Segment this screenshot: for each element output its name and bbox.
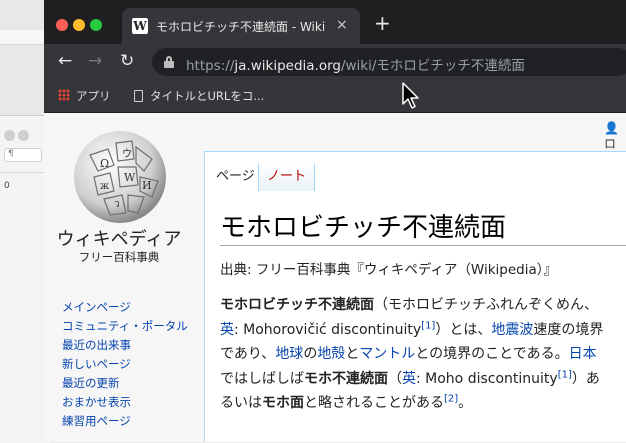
sidebar-item-sandbox[interactable]: 練習用ページ (62, 413, 192, 430)
tab-title: モホロビチッチ不連続面 - Wikipedia (156, 20, 326, 34)
wiki-page: 👤 ロ Ω ウ W ж И ว ウィキペディア フリー百科事典 メインページ コ… (44, 113, 626, 442)
bookmark-copy-title-url[interactable]: タイトルとURLをコ... (134, 88, 264, 104)
logo-wordmark[interactable]: ウィキペディア (44, 225, 194, 251)
lock-icon[interactable] (164, 56, 174, 68)
link-seismic-wave[interactable]: 地震波 (491, 322, 533, 338)
svg-text:ว: ว (114, 199, 120, 210)
svg-text:W: W (124, 171, 136, 184)
title-divider (220, 245, 626, 246)
logo-tagline: フリー百科事典 (78, 250, 160, 264)
reference-2[interactable]: [2] (444, 393, 458, 404)
sidebar-item-community-portal[interactable]: コミュニティ・ポータル (62, 318, 192, 335)
browser-window: W モホロビチッチ不連続面 - Wikipedia × + ← → ↻ http… (44, 0, 626, 442)
mouse-cursor-icon (402, 82, 419, 109)
browser-toolbar: ← → ↻ https://ja.wikipedia.org/wiki/モホロビ… (44, 44, 626, 80)
sidebar-item-random-page[interactable]: おまかせ表示 (62, 394, 192, 411)
sidebar-navigation: メインページ コミュニティ・ポータル 最近の出来事 新しいページ 最近の更新 お… (62, 299, 192, 432)
article-title: モホロビチッチ不連続面 (220, 213, 507, 243)
url-text[interactable]: https://ja.wikipedia.org/wiki/モホロビチッチ不連続… (186, 54, 525, 74)
svg-text:И: И (142, 179, 152, 192)
bookmark-apps[interactable]: アプリ (58, 88, 111, 104)
background-style-dropdown[interactable]: ¶ (4, 148, 42, 162)
reference-1b[interactable]: [1] (558, 369, 572, 380)
link-mantle[interactable]: マントル (359, 346, 415, 362)
link-earth[interactable]: 地球 (275, 346, 303, 362)
tab-page[interactable]: ページ (208, 163, 263, 191)
wikipedia-favicon-icon: W (132, 18, 148, 34)
link-japan[interactable]: 日本 (569, 346, 597, 362)
svg-text:ウ: ウ (122, 148, 132, 160)
tab-close-icon[interactable]: × (336, 17, 348, 33)
page-icon (134, 90, 143, 102)
address-bar[interactable]: https://ja.wikipedia.org/wiki/モホロビチッチ不連続… (152, 48, 626, 76)
article-source-line: 出典: フリー百科事典『ウィキペディア（Wikipedia）』 (220, 262, 557, 278)
background-ruler: 0 (0, 172, 50, 199)
reload-button[interactable]: ↻ (120, 51, 134, 71)
reference-1[interactable]: [1] (421, 320, 435, 331)
user-account-icon[interactable]: 👤 ロ (604, 121, 626, 152)
ruler-label: 0 (4, 181, 10, 191)
sidebar-item-main-page[interactable]: メインページ (62, 299, 192, 316)
sidebar-item-recent-changes[interactable]: 最近の更新 (62, 375, 192, 392)
sidebar-item-current-events[interactable]: 最近の出来事 (62, 337, 192, 354)
link-english[interactable]: 英 (220, 322, 234, 338)
new-tab-button[interactable]: + (374, 13, 391, 33)
background-window-controls (4, 126, 32, 145)
minimize-window-button[interactable] (73, 19, 85, 31)
link-english-2[interactable]: 英 (402, 371, 416, 387)
article-lead-paragraph: モホロビチッチ不連続面（モホロビチッチふれんぞくめん、英: Mohoroviči… (220, 297, 604, 411)
bookmarks-bar: アプリ タイトルとURLをコ... (44, 80, 626, 113)
background-app-window: ¶ 0 (0, 115, 50, 443)
sidebar-item-new-pages[interactable]: 新しいページ (62, 356, 192, 373)
svg-text:ж: ж (100, 181, 110, 192)
back-button[interactable]: ← (58, 51, 72, 71)
window-controls (56, 16, 107, 35)
title-bar: W モホロビチッチ不連続面 - Wikipedia × + (44, 0, 626, 44)
background-app-toolbar (0, 30, 44, 45)
tab-talk[interactable]: ノート (258, 163, 316, 191)
zoom-window-button[interactable] (90, 19, 102, 31)
link-crust[interactable]: 地殻 (317, 346, 345, 362)
close-window-button[interactable] (56, 19, 68, 31)
svg-text:Ω: Ω (100, 157, 109, 170)
wikipedia-globe-logo-icon[interactable]: Ω ウ W ж И ว (70, 125, 170, 225)
apps-grid-icon (58, 89, 70, 101)
forward-button[interactable]: → (88, 51, 102, 71)
browser-tab[interactable]: W モホロビチッチ不連続面 - Wikipedia × (122, 8, 360, 44)
